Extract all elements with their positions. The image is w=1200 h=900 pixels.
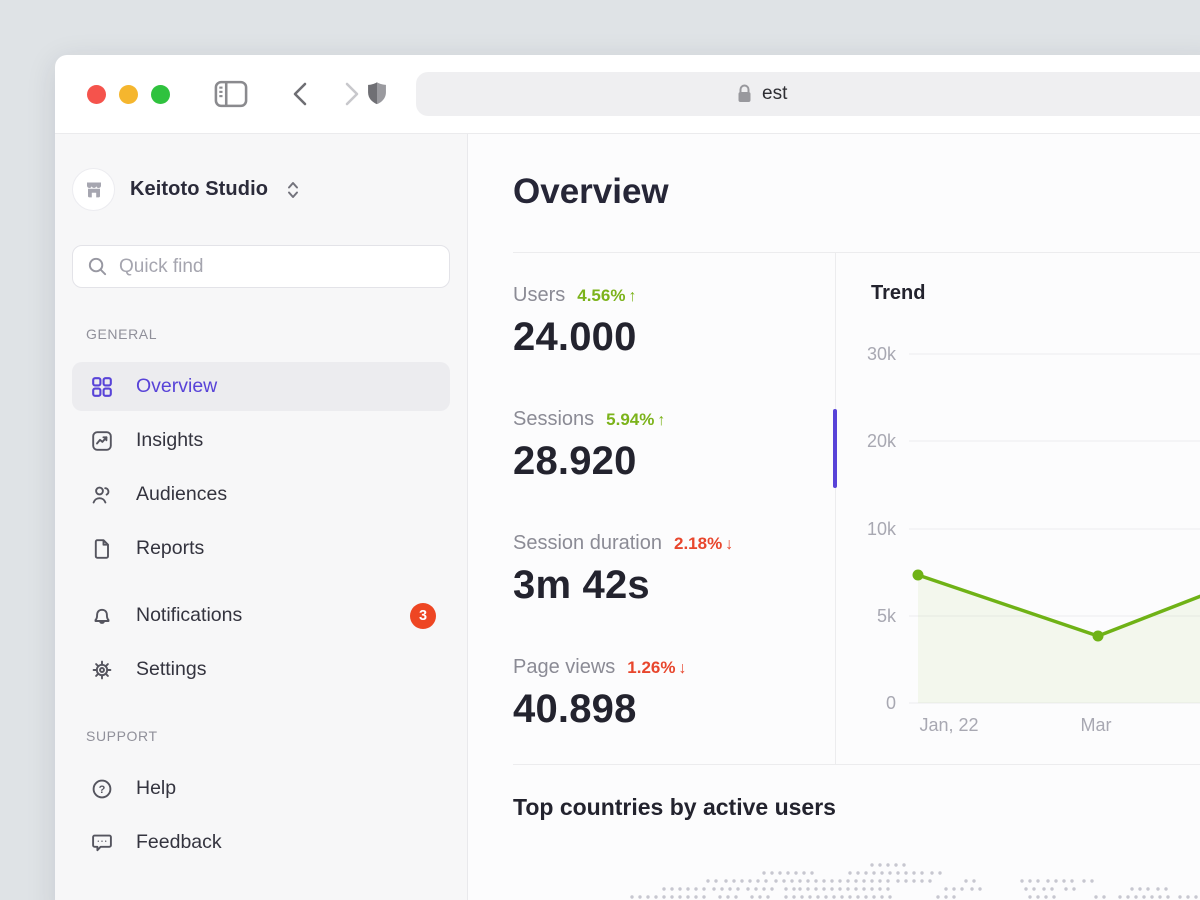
stat-page-views: Page views 1.26%↓ 40.898 — [513, 656, 813, 732]
sidebar-item-label: Help — [136, 777, 176, 800]
sidebar-item-label: Insights — [136, 429, 203, 452]
divider — [513, 764, 1200, 765]
traffic-lights — [87, 85, 170, 104]
scroll-indicator[interactable] — [833, 409, 837, 488]
stat-value: 28.920 — [513, 439, 813, 484]
minimize-window-button[interactable] — [119, 85, 138, 104]
svg-text:0: 0 — [886, 693, 896, 713]
svg-text:20k: 20k — [867, 431, 897, 451]
stat-users: Users 4.56%↑ 24.000 — [513, 284, 813, 360]
trend-chart-panel: Trend 30k20k10k5k0Jan, 22Mar — [835, 252, 1200, 764]
sidebar-toggle-icon[interactable] — [214, 80, 248, 108]
svg-text:Mar: Mar — [1081, 715, 1112, 735]
insights-icon — [89, 428, 114, 453]
gear-icon — [89, 657, 114, 682]
sidebar-item-label: Feedback — [136, 831, 222, 854]
section-label-support: SUPPORT — [86, 728, 450, 744]
sidebar-item-label: Notifications — [136, 604, 242, 627]
trend-line-chart: 30k 20k 10k 5k 0 Jan, 22 Mar — [836, 252, 1200, 764]
trend-down-icon: ↓ — [725, 536, 733, 554]
stat-delta: 5.94% — [606, 410, 654, 430]
sidebar-item-feedback[interactable]: Feedback — [72, 818, 450, 867]
sidebar-item-overview[interactable]: Overview — [72, 362, 450, 411]
svg-text:?: ? — [98, 784, 105, 796]
stat-label: Sessions — [513, 408, 594, 431]
stat-value: 40.898 — [513, 687, 813, 732]
forward-icon[interactable] — [338, 80, 364, 108]
stat-delta: 2.18% — [674, 534, 722, 554]
stat-sessions: Sessions 5.94%↑ 28.920 — [513, 408, 813, 484]
sidebar-item-audiences[interactable]: Audiences — [72, 470, 450, 519]
stat-value: 24.000 — [513, 315, 813, 360]
sidebar-item-settings[interactable]: Settings — [72, 645, 450, 694]
grid-icon — [89, 374, 114, 399]
search-icon — [86, 255, 109, 278]
feedback-icon — [89, 830, 114, 855]
sidebar-item-label: Audiences — [136, 483, 227, 506]
section-label-general: GENERAL — [86, 326, 450, 342]
stat-label: Page views — [513, 656, 615, 679]
svg-text:30k: 30k — [867, 344, 897, 364]
stat-label: Users — [513, 284, 565, 307]
stat-delta: 4.56% — [577, 286, 625, 306]
lock-icon — [736, 83, 753, 105]
trend-up-icon: ↑ — [628, 288, 636, 306]
notification-badge: 3 — [410, 603, 436, 629]
quick-find-search[interactable] — [72, 245, 450, 288]
sidebar-item-help[interactable]: ? Help — [72, 764, 450, 813]
stat-session-duration: Session duration 2.18%↓ 3m 42s — [513, 532, 813, 608]
workspace-name: Keitoto Studio — [130, 178, 268, 201]
workspace-avatar — [72, 168, 115, 211]
back-icon[interactable] — [288, 80, 314, 108]
trend-down-icon: ↓ — [678, 660, 686, 678]
sidebar-item-label: Reports — [136, 537, 204, 560]
main-content: Overview Users 4.56%↑ 24.000 Sessions 5.… — [468, 134, 1200, 900]
stat-delta: 1.26% — [627, 658, 675, 678]
sidebar-item-insights[interactable]: Insights — [72, 416, 450, 465]
svg-text:5k: 5k — [877, 606, 897, 626]
sidebar-item-reports[interactable]: Reports — [72, 524, 450, 573]
page-title: Overview — [513, 172, 669, 212]
stat-label: Session duration — [513, 532, 662, 555]
close-window-button[interactable] — [87, 85, 106, 104]
sidebar-item-label: Settings — [136, 658, 206, 681]
countries-section-title: Top countries by active users — [513, 794, 836, 821]
sidebar-item-label: Overview — [136, 375, 217, 398]
stat-value: 3m 42s — [513, 563, 813, 608]
nav-gap — [72, 578, 450, 591]
url-text: est — [762, 83, 787, 105]
browser-toolbar: est — [55, 55, 1200, 133]
svg-text:Jan, 22: Jan, 22 — [919, 715, 978, 735]
privacy-shield-icon[interactable] — [364, 78, 390, 110]
audiences-icon — [89, 482, 114, 507]
sidebar-item-notifications[interactable]: Notifications 3 — [72, 591, 450, 640]
trend-up-icon: ↑ — [657, 412, 665, 430]
storefront-icon — [82, 178, 106, 202]
search-input[interactable] — [119, 256, 436, 278]
workspace-switcher[interactable]: Keitoto Studio — [72, 168, 450, 211]
reports-icon — [89, 536, 114, 561]
zoom-window-button[interactable] — [151, 85, 170, 104]
address-bar[interactable]: est — [416, 72, 1200, 116]
chevron-updown-icon — [283, 179, 303, 201]
sidebar: Keitoto Studio GENERAL — [55, 134, 468, 900]
svg-text:10k: 10k — [867, 519, 897, 539]
browser-window: est Keitoto Studio — [55, 55, 1200, 900]
bell-icon — [89, 603, 114, 628]
help-icon: ? — [89, 776, 114, 801]
